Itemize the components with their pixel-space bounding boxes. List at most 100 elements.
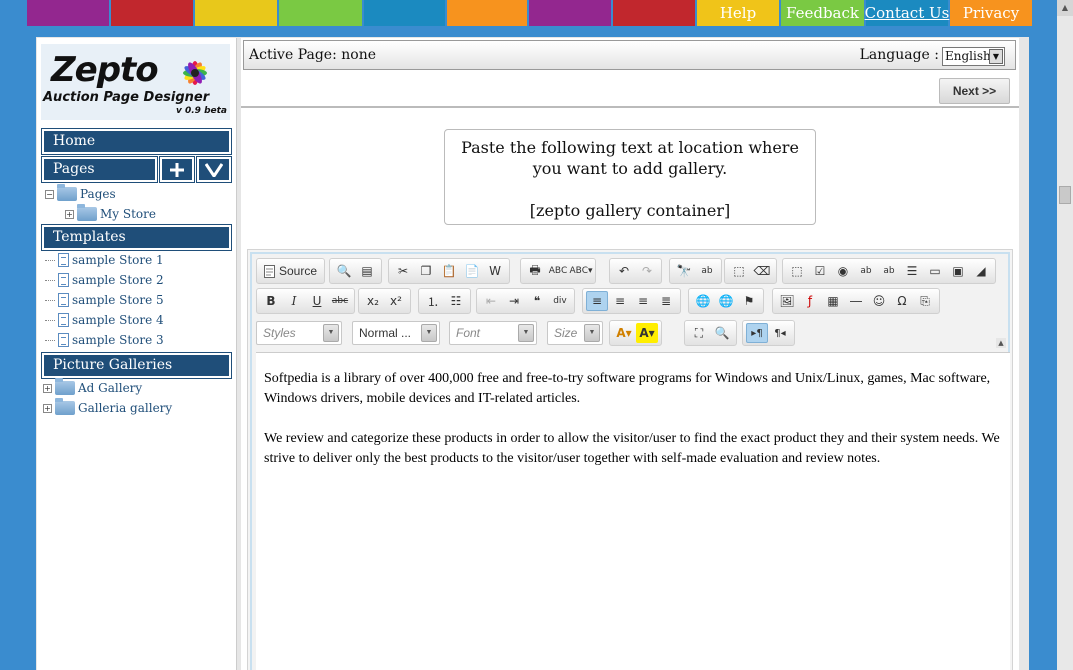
table-icon[interactable]: ▦	[822, 291, 844, 311]
styles-combo[interactable]: Styles ▼	[256, 321, 342, 345]
outdent-icon[interactable]: ⇤	[480, 291, 502, 311]
page-scrollbar[interactable]: ▲	[1057, 0, 1073, 670]
subscript-icon[interactable]: x₂	[362, 291, 384, 311]
redo-icon[interactable]: ↷	[636, 261, 658, 281]
scrollbar-thumb[interactable]	[1059, 186, 1071, 204]
template-item[interactable]: sample Store 2	[45, 270, 164, 290]
sidebar: Zepto Auction Page Designer v 0.9 beta H…	[37, 38, 237, 670]
gallery-item[interactable]: + Ad Gallery	[43, 378, 172, 398]
tree-node-pages[interactable]: − Pages	[45, 184, 156, 204]
find-icon[interactable]: 🔭	[673, 261, 695, 281]
contact-us-link[interactable]: Contact Us	[865, 0, 949, 26]
horizontal-line-icon[interactable]: ―	[845, 291, 867, 311]
textarea-icon[interactable]: ab	[878, 261, 900, 281]
bulleted-list-icon[interactable]: ☷	[445, 291, 467, 311]
dropdown-arrow-icon: ▼	[584, 324, 600, 342]
hidden-field-icon[interactable]: ◢	[970, 261, 992, 281]
template-item[interactable]: sample Store 4	[45, 310, 164, 330]
add-page-button[interactable]	[159, 156, 195, 183]
justify-icon[interactable]: ≣	[655, 291, 677, 311]
replace-icon[interactable]: ab	[696, 261, 718, 281]
textfield-icon[interactable]: ab	[855, 261, 877, 281]
rtl-icon[interactable]: ¶◂	[769, 323, 791, 343]
collapse-icon[interactable]: −	[45, 189, 54, 199]
feedback-link[interactable]: Feedback	[781, 0, 864, 26]
spellcheck-dropdown-icon[interactable]: ABC▾	[570, 261, 593, 281]
undo-icon[interactable]: ↶	[613, 261, 635, 281]
align-left-icon[interactable]: ≡	[586, 291, 608, 311]
editor-frame: Source 🔍 ▤ ✂ ❐ 📋 📄 W 🖶 ABC ABC▾ ↶ ↷ 🔭 ab…	[250, 252, 1010, 670]
select-field-icon[interactable]: ☰	[901, 261, 923, 281]
indent-icon[interactable]: ⇥	[503, 291, 525, 311]
templates-icon[interactable]: ▤	[356, 261, 378, 281]
button-field-icon[interactable]: ▭	[924, 261, 946, 281]
print-icon[interactable]: 🖶	[524, 261, 546, 281]
template-item[interactable]: sample Store 3	[45, 330, 164, 350]
active-page-bar: Active Page: none Language : English ▼	[243, 40, 1016, 70]
checkbox-icon[interactable]: ☑	[809, 261, 831, 281]
anchor-icon[interactable]: ⚑	[738, 291, 760, 311]
gallery-placeholder-code[interactable]: [zepto gallery container]	[445, 200, 815, 221]
align-right-icon[interactable]: ≡	[632, 291, 654, 311]
gallery-item[interactable]: + Galleria gallery	[43, 398, 172, 418]
paste-icon[interactable]: 📋	[438, 261, 460, 281]
blockquote-icon[interactable]: ❝	[526, 291, 548, 311]
div-container-icon[interactable]: div	[549, 291, 571, 311]
preview-icon[interactable]: 🔍	[333, 261, 355, 281]
bold-icon[interactable]: B	[260, 291, 282, 311]
text-color-icon[interactable]: A▾	[613, 323, 635, 343]
flash-icon[interactable]: ƒ	[799, 291, 821, 311]
font-combo[interactable]: Font ▼	[449, 321, 537, 345]
next-button[interactable]: Next >>	[939, 78, 1010, 104]
picture-galleries-nav-button[interactable]: Picture Galleries	[41, 352, 232, 379]
color-stripe	[27, 0, 109, 26]
source-button[interactable]: Source	[260, 264, 321, 278]
language-select[interactable]: English ▼	[942, 47, 1005, 66]
numbered-list-icon[interactable]: ⒈	[422, 291, 444, 311]
strikethrough-icon[interactable]: abc	[329, 291, 351, 311]
help-link[interactable]: Help	[697, 0, 779, 26]
align-center-icon[interactable]: ≡	[609, 291, 631, 311]
italic-icon[interactable]: I	[283, 291, 305, 311]
template-item[interactable]: sample Store 5	[45, 290, 164, 310]
image-button-icon[interactable]: ▣	[947, 261, 969, 281]
editor-content-area[interactable]: Softpedia is a library of over 400,000 f…	[256, 352, 1010, 670]
home-nav-button[interactable]: Home	[41, 128, 232, 155]
image-icon[interactable]: 🖼	[776, 291, 798, 311]
template-item[interactable]: sample Store 1	[45, 250, 164, 270]
remove-format-icon[interactable]: ⌫	[751, 261, 773, 281]
expand-icon[interactable]: +	[43, 403, 52, 413]
page-break-icon[interactable]: ⎘	[914, 291, 936, 311]
collapse-toolbar-icon[interactable]: ▲	[996, 338, 1006, 348]
smiley-icon[interactable]: ☺	[868, 291, 890, 311]
copy-icon[interactable]: ❐	[415, 261, 437, 281]
expand-icon[interactable]: +	[65, 209, 74, 219]
ltr-icon[interactable]: ▸¶	[746, 323, 768, 343]
templates-nav-button[interactable]: Templates	[41, 224, 232, 251]
form-icon[interactable]: ⬚	[786, 261, 808, 281]
cut-icon[interactable]: ✂	[392, 261, 414, 281]
link-icon[interactable]: 🌐	[692, 291, 714, 311]
background-color-icon[interactable]: A▾	[636, 323, 658, 343]
expand-icon[interactable]: +	[43, 383, 52, 393]
privacy-link[interactable]: Privacy	[950, 0, 1032, 26]
format-combo[interactable]: Normal ... ▼	[352, 321, 440, 345]
tree-node-my-store[interactable]: + My Store	[45, 204, 156, 224]
superscript-icon[interactable]: x²	[385, 291, 407, 311]
paste-word-icon[interactable]: W	[484, 261, 506, 281]
radio-icon[interactable]: ◉	[832, 261, 854, 281]
size-combo[interactable]: Size ▼	[547, 321, 603, 345]
special-char-icon[interactable]: Ω	[891, 291, 913, 311]
spellcheck-icon[interactable]: ABC	[547, 261, 569, 281]
show-blocks-icon[interactable]: 🔍	[711, 323, 733, 343]
unlink-icon[interactable]: 🌐	[715, 291, 737, 311]
main-panel: Active Page: none Language : English ▼ N…	[241, 38, 1019, 670]
paste-text-icon[interactable]: 📄	[461, 261, 483, 281]
pages-nav-button[interactable]: Pages	[41, 156, 158, 183]
scroll-up-icon[interactable]: ▲	[1057, 0, 1073, 16]
toolbar-group-colors: A▾ A▾	[609, 320, 662, 346]
maximize-icon[interactable]: ⛶	[688, 323, 710, 343]
underline-icon[interactable]: U	[306, 291, 328, 311]
select-all-icon[interactable]: ⬚	[728, 261, 750, 281]
pages-dropdown-button[interactable]	[196, 156, 232, 183]
